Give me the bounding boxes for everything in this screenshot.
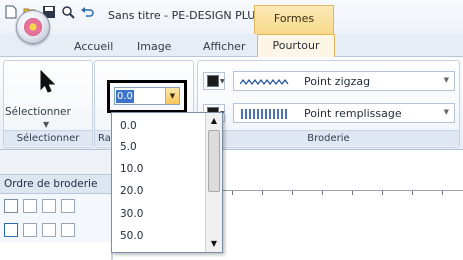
move-up-icon[interactable] — [23, 199, 37, 213]
list-item[interactable]: 50.0 — [120, 230, 143, 242]
merge-icon[interactable] — [23, 223, 37, 237]
move-down-icon[interactable] — [42, 199, 56, 213]
undo-icon[interactable] — [80, 5, 94, 19]
line-sew-type-combo[interactable]: Point zigzag ▼ — [233, 71, 455, 91]
horizontal-ruler — [222, 190, 463, 200]
group-broderie-label: Broderie — [198, 130, 459, 146]
new-file-icon[interactable] — [4, 5, 18, 19]
line-sew-type-value: Point zigzag — [304, 75, 371, 88]
group-icon[interactable] — [61, 199, 75, 213]
zoom-icon[interactable] — [61, 5, 75, 19]
group-selectionner-label: Sélectionner — [4, 130, 92, 146]
embroidery-order-panel-title: Ordre de broderie — [4, 178, 98, 190]
tab-pourtour[interactable]: Pourtour — [257, 34, 335, 58]
fill-sew-type-combo[interactable]: Point remplissage ▼ — [233, 103, 455, 123]
zigzag-stitch-icon — [240, 79, 289, 85]
context-tab-label: Formes — [273, 12, 315, 25]
line-color-swatch — [207, 75, 219, 87]
frame-icon[interactable] — [4, 199, 18, 213]
tab-afficher[interactable]: Afficher — [203, 40, 245, 53]
tab-pourtour-label: Pourtour — [272, 39, 320, 52]
callout-highlight-box — [107, 80, 187, 113]
size-dropdown-list[interactable]: 0.0 5.0 10.0 20.0 30.0 50.0 ▲ ▼ — [111, 112, 223, 253]
list-scrollbar[interactable]: ▲ ▼ — [205, 113, 222, 252]
scrollbar-thumb[interactable] — [208, 130, 220, 192]
quick-access-toolbar — [0, 150, 111, 174]
fill-stitch-icon — [241, 109, 287, 119]
app-logo-icon — [24, 18, 42, 36]
select-dropdown-caret-icon[interactable]: ▼ — [43, 120, 49, 129]
list-item[interactable]: 0.0 — [120, 120, 137, 132]
embroidery-order-panel-header: Ordre de broderie — [0, 174, 111, 194]
select-button-label[interactable]: Sélectionner — [5, 106, 71, 118]
application-menu-button[interactable] — [16, 10, 50, 44]
list-item[interactable]: 30.0 — [120, 208, 143, 220]
select-arrow-icon[interactable] — [39, 70, 55, 94]
context-tab-formes: Formes — [254, 5, 334, 34]
fill-sew-type-caret-icon[interactable]: ▼ — [444, 108, 449, 116]
line-sew-type-caret-icon[interactable]: ▼ — [444, 76, 449, 84]
pointer-icon[interactable] — [61, 223, 75, 237]
list-item[interactable]: 20.0 — [120, 185, 143, 197]
scroll-up-icon[interactable]: ▲ — [207, 114, 221, 128]
tab-image[interactable]: Image — [137, 40, 171, 53]
sort-icon[interactable] — [4, 223, 18, 237]
list-item[interactable]: 5.0 — [120, 141, 137, 153]
scroll-down-icon[interactable]: ▼ — [207, 237, 221, 251]
window-title: Sans titre - PE-DESIGN PLUS2 — [108, 9, 270, 22]
list-item[interactable]: 10.0 — [120, 163, 143, 175]
line-color-caret-icon[interactable]: ▼ — [220, 78, 225, 85]
split-icon[interactable] — [42, 223, 56, 237]
tab-accueil[interactable]: Accueil — [74, 40, 113, 53]
fill-sew-type-value: Point remplissage — [304, 107, 402, 120]
